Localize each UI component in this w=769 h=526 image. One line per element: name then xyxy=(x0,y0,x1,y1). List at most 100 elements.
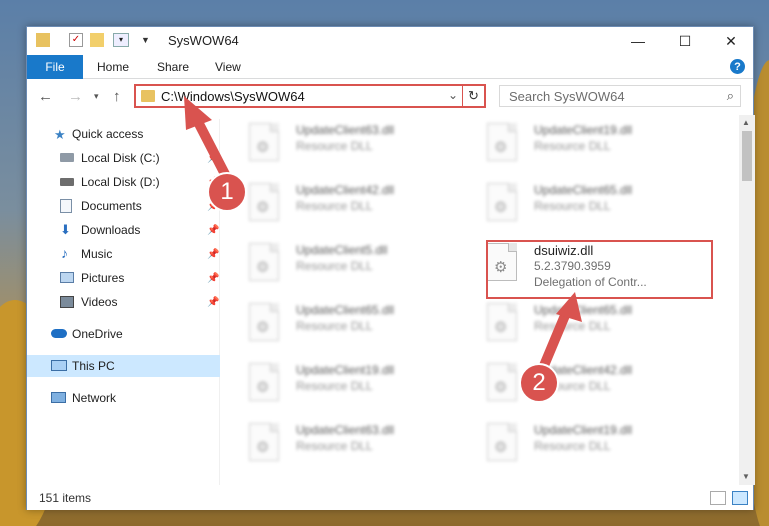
pin-icon[interactable]: 📌 xyxy=(207,153,219,164)
new-folder-icon[interactable] xyxy=(90,33,104,47)
sidebar-item-label: Downloads xyxy=(81,223,141,237)
sidebar-item-documents[interactable]: Documents 📌 xyxy=(27,195,220,217)
drive-icon xyxy=(60,153,74,162)
file-name: UpdateClient65.dll xyxy=(534,303,633,317)
sidebar-item-label: Local Disk (D:) xyxy=(81,175,160,189)
sidebar-item-downloads[interactable]: ⬇ Downloads 📌 xyxy=(27,219,220,241)
step-one-callout: 1 xyxy=(207,172,247,212)
explorer-window: ✓ ▾ ▼ SysWOW64 — ☐ ✕ File Home Share Vie… xyxy=(26,26,755,510)
file-item[interactable]: ⚙ UpdateClient65.dll Resource DLL xyxy=(459,295,689,351)
tab-view[interactable]: View xyxy=(215,60,241,74)
scroll-down-icon[interactable]: ▼ xyxy=(742,472,750,481)
step-two-callout: 2 xyxy=(519,363,559,403)
sidebar-item-onedrive[interactable]: OneDrive xyxy=(27,323,220,345)
gear-icon: ⚙ xyxy=(256,439,270,456)
file-description: Resource DLL xyxy=(296,439,373,453)
file-name: UpdateClient65.dll xyxy=(296,303,395,317)
file-item[interactable]: ⚙ UpdateClient65.dll Resource DLL xyxy=(221,295,451,351)
file-description: Resource DLL xyxy=(296,199,373,213)
customize-toolbar-icon[interactable]: ▾ xyxy=(113,33,129,47)
download-icon: ⬇ xyxy=(60,222,71,237)
help-icon[interactable]: ? xyxy=(730,59,745,74)
sidebar-item-network[interactable]: Network xyxy=(27,387,220,409)
file-description: Resource DLL xyxy=(296,379,373,393)
vertical-scrollbar[interactable]: ▲ ▼ xyxy=(739,115,755,485)
videos-icon xyxy=(60,296,74,308)
address-bar[interactable]: C:\Windows\SysWOW64 ⌄ ↻ xyxy=(134,84,486,108)
documents-icon xyxy=(60,199,72,213)
minimize-button[interactable]: — xyxy=(615,27,661,55)
tab-share[interactable]: Share xyxy=(157,60,189,74)
back-arrow-icon[interactable]: ← xyxy=(38,88,53,105)
sidebar-item-label: Music xyxy=(81,247,113,261)
sidebar-item-pictures[interactable]: Pictures 📌 xyxy=(27,267,220,289)
refresh-icon[interactable]: ↻ xyxy=(462,86,484,106)
sidebar-item-label: Documents xyxy=(81,199,142,213)
gear-icon: ⚙ xyxy=(256,379,270,396)
file-item[interactable]: ⚙ UpdateClient63.dll Resource DLL xyxy=(221,415,451,471)
maximize-icon: ☐ xyxy=(678,32,692,49)
ribbon-tabs: File Home Share View ? xyxy=(27,55,753,79)
dll-file-icon: ⚙ xyxy=(487,183,517,221)
sidebar-item-local-disk-d[interactable]: Local Disk (D:) 📌 xyxy=(27,171,220,193)
search-icon[interactable]: ⌕ xyxy=(727,88,734,104)
dll-file-icon: ⚙ xyxy=(487,303,517,341)
file-name: UpdateClient19.dll xyxy=(296,363,395,377)
file-name: UpdateClient65.dll xyxy=(534,183,633,197)
close-button[interactable]: ✕ xyxy=(708,27,754,55)
file-item[interactable]: ⚙ UpdateClient42.dll Resource DLL xyxy=(221,175,451,231)
pin-icon[interactable]: 📌 xyxy=(207,297,219,308)
cloud-icon xyxy=(51,329,67,338)
scroll-up-icon[interactable]: ▲ xyxy=(742,118,750,127)
pin-icon[interactable]: 📌 xyxy=(207,225,219,236)
maximize-button[interactable]: ☐ xyxy=(662,27,708,55)
forward-arrow-icon[interactable]: → xyxy=(68,88,83,105)
gear-icon: ⚙ xyxy=(494,439,508,456)
search-input[interactable]: Search SysWOW64 ⌕ xyxy=(499,85,741,107)
folder-icon xyxy=(36,33,50,47)
gear-icon: ⚙ xyxy=(256,259,270,276)
sidebar-item-label: This PC xyxy=(72,359,115,373)
file-description: Resource DLL xyxy=(296,139,373,153)
star-icon: ★ xyxy=(54,126,66,142)
details-view-icon[interactable] xyxy=(710,491,726,505)
chevron-down-icon[interactable]: ▼ xyxy=(141,33,155,47)
sidebar-item-local-disk-c[interactable]: Local Disk (C:) 📌 xyxy=(27,147,220,169)
gear-icon: ⚙ xyxy=(256,139,270,156)
scrollbar-thumb[interactable] xyxy=(742,131,752,181)
tab-file[interactable]: File xyxy=(27,55,83,79)
properties-checkmark-icon[interactable]: ✓ xyxy=(69,33,83,47)
pin-icon[interactable]: 📌 xyxy=(207,249,219,260)
sidebar-item-label: Pictures xyxy=(81,271,125,285)
gear-icon: ⚙ xyxy=(494,319,508,336)
sidebar-item-music[interactable]: ♪ Music 📌 xyxy=(27,243,220,265)
file-item[interactable]: ⚙ UpdateClient19.dll Resource DLL xyxy=(459,115,689,171)
pin-icon[interactable]: 📌 xyxy=(207,273,219,284)
search-placeholder: Search SysWOW64 xyxy=(509,89,625,104)
recent-locations-chevron-icon[interactable]: ▾ xyxy=(94,91,99,102)
drive-icon xyxy=(60,178,74,186)
dll-file-icon: ⚙ xyxy=(249,363,279,401)
chevron-down-icon[interactable]: ⌄ xyxy=(448,88,458,102)
pictures-icon xyxy=(60,272,74,283)
file-name: UpdateClient19.dll xyxy=(534,123,633,137)
sidebar-item-quick-access[interactable]: ★ Quick access xyxy=(27,123,220,145)
tab-home[interactable]: Home xyxy=(97,60,129,74)
file-item[interactable]: ⚙ UpdateClient63.dll Resource DLL xyxy=(221,115,451,171)
sidebar-item-label: Quick access xyxy=(72,127,144,141)
file-name: UpdateClient42.dll xyxy=(296,183,395,197)
dll-file-icon: ⚙ xyxy=(249,423,279,461)
file-item[interactable]: ⚙ UpdateClient5.dll Resource DLL xyxy=(221,235,451,291)
sidebar-item-videos[interactable]: Videos 📌 xyxy=(27,291,220,313)
file-item[interactable]: ⚙ UpdateClient19.dll Resource DLL xyxy=(459,415,689,471)
address-path[interactable]: C:\Windows\SysWOW64 xyxy=(161,89,305,104)
large-icons-view-icon[interactable] xyxy=(732,491,748,505)
file-name: UpdateClient63.dll xyxy=(296,123,395,137)
sidebar-item-label: Network xyxy=(72,391,117,405)
up-arrow-icon[interactable]: ↑ xyxy=(113,88,121,105)
file-item[interactable]: ⚙ UpdateClient19.dll Resource DLL xyxy=(221,355,451,411)
file-item[interactable]: ⚙ UpdateClient42.dll Resource DLL xyxy=(459,355,689,411)
file-item[interactable]: ⚙ UpdateClient65.dll Resource DLL xyxy=(459,175,689,231)
sidebar-item-this-pc[interactable]: This PC xyxy=(27,355,220,377)
sidebar-item-label: Local Disk (C:) xyxy=(81,151,160,165)
